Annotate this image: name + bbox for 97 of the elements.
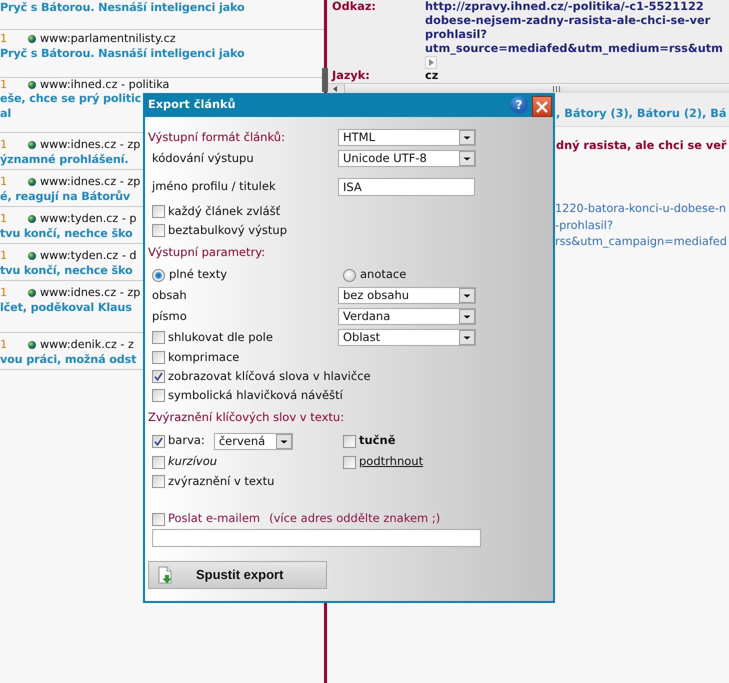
article-title[interactable]: ýznamné prohlášení. [0,152,128,167]
article-source: www:tyden.cz - p [40,211,137,226]
email-field[interactable] [152,529,481,547]
check-icon [154,436,163,446]
checkbox[interactable] [343,434,356,448]
article-title[interactable]: tvu končí, nechce ško [0,263,132,278]
checkbox-label: každý článek zvlášť [168,202,280,220]
field-label: Odkaz: [332,0,376,15]
article-source: www:idnes.cz - zp [40,174,140,189]
radio-button[interactable] [343,268,356,282]
article-source: www:denik.cz - z [40,337,134,352]
dropdown[interactable]: červená [214,432,293,450]
checkbox[interactable] [152,456,165,468]
checkbox-label: podtrhnout [359,453,424,470]
article-source: www:ihned.cz - politika [40,78,170,91]
checkbox[interactable] [152,434,165,448]
globe-icon [28,80,36,88]
grip-icon [553,86,560,92]
checkbox-label: beztabulkový výstup [168,222,288,239]
hint-text: (více adres oddělte znakem ;) [269,510,440,528]
dropdown[interactable]: bez obsahu [338,287,476,304]
article-title[interactable]: Pryč s Bátorou. Nesnáší inteligenci jako [0,0,245,15]
text-field[interactable]: ISA [338,178,475,196]
checkbox[interactable] [152,224,165,237]
article-count: 1 [0,211,8,226]
checkbox-label: Poslat e-mailem [168,510,260,528]
globe-icon [28,288,36,296]
globe-icon [28,140,36,148]
dropdown[interactable]: Verdana [338,308,476,325]
radio-label: anotace [360,266,406,284]
article-count: 1 [0,285,8,300]
field-label: Výstupní formát článků: [148,128,285,146]
checkbox-label: zvýraznění v textu [168,472,274,490]
scroll-arrow-icon [333,86,337,92]
article-count: 1 [0,248,8,263]
article-title[interactable]: Pryč s Bátorou. Nasnáší inteligenci jako [0,46,245,61]
checkbox-label: zobrazovat klíčová slova v hlavičce [168,368,371,385]
article-link[interactable]: 1220-batora-konci-u-dobese-n -prohlasil? rss&utm_campaign=mediafed [555,201,727,250]
field-label: písmo [152,308,187,325]
article-title[interactable]: tvu končí, nechce ško [0,226,132,241]
play-icon [428,59,434,66]
globe-icon [28,178,36,186]
help-button[interactable]: ? [510,96,528,114]
checkbox-label: barva: [168,432,205,450]
export-button[interactable]: Spustit export [148,561,327,589]
field-value: cz [425,69,438,83]
section-heading: Zvýraznění klíčových slov v textu: [148,408,344,426]
dropdown[interactable]: Unicode UTF-8 [338,150,476,167]
keyword-list: , Bátory (3), Bátoru (2), Bá [556,107,726,120]
checkbox-label: symbolická hlavičková návěští [168,386,343,404]
checkbox[interactable] [152,512,165,526]
checkbox[interactable] [343,456,356,468]
checkbox-label: komprimace [168,348,240,366]
globe-icon [28,340,36,348]
file-download-icon [158,566,172,584]
article-headline: dný rasista, ale chci se veř [556,138,726,153]
checkbox[interactable] [152,389,165,402]
checkbox[interactable] [152,370,165,383]
checkbox-label: kurzívou [168,453,218,470]
globe-icon [28,252,36,260]
splitter-handle[interactable] [322,68,328,92]
section-heading: Výstupní parametry: [148,244,266,261]
article-title[interactable]: é, reagují na Bátorův [0,189,130,204]
checkbox[interactable] [152,205,165,218]
dialog-title: Export článků [148,96,237,113]
globe-icon [28,35,36,43]
field-label: kódování výstupu [152,150,254,167]
article-title[interactable]: eše, chce se prý politic al [0,91,142,121]
checkbox[interactable] [152,351,165,364]
article-count: 1 [0,337,8,352]
radio-button[interactable] [152,268,165,282]
article-count: 1 [0,78,8,91]
dropdown[interactable]: HTML [338,129,476,146]
play-button[interactable] [425,56,437,69]
article-count: 1 [0,174,8,189]
check-icon [154,372,163,381]
checkbox-label: tučně [359,432,396,450]
article-count: 1 [0,137,8,152]
article-title[interactable]: vou práci, možná odst [0,352,136,367]
article-count: 1 [0,32,8,46]
checkbox[interactable] [152,331,165,344]
field-label: Jazyk: [332,69,370,83]
article-source: www:parlamentnilisty.cz [40,32,176,46]
globe-icon [28,214,36,222]
dropdown[interactable]: Oblast [338,329,476,346]
article-source: www:tyden.cz - d [40,248,137,263]
close-button[interactable] [532,96,552,117]
field-label: obsah [152,286,187,304]
article-source: www:idnes.cz - zp [40,137,140,152]
checkbox[interactable] [152,475,165,488]
checkbox-label: shlukovat dle pole [168,328,273,346]
article-source: www:idnes.cz - zp [40,285,140,300]
close-icon [536,100,548,112]
field-label: jméno profilu / titulek [152,178,276,196]
url-link[interactable]: http://zpravy.ihned.cz/-politika/-c1-5521122 dobese-nejsem-zadny-rasista-ale-chci-se-ver prohlasil? utm_source=mediafed&utm_medium=rss&utm [425,0,723,56]
article-title[interactable]: lčet, poděkoval Klaus [0,300,132,315]
radio-label: plné texty [169,266,228,284]
